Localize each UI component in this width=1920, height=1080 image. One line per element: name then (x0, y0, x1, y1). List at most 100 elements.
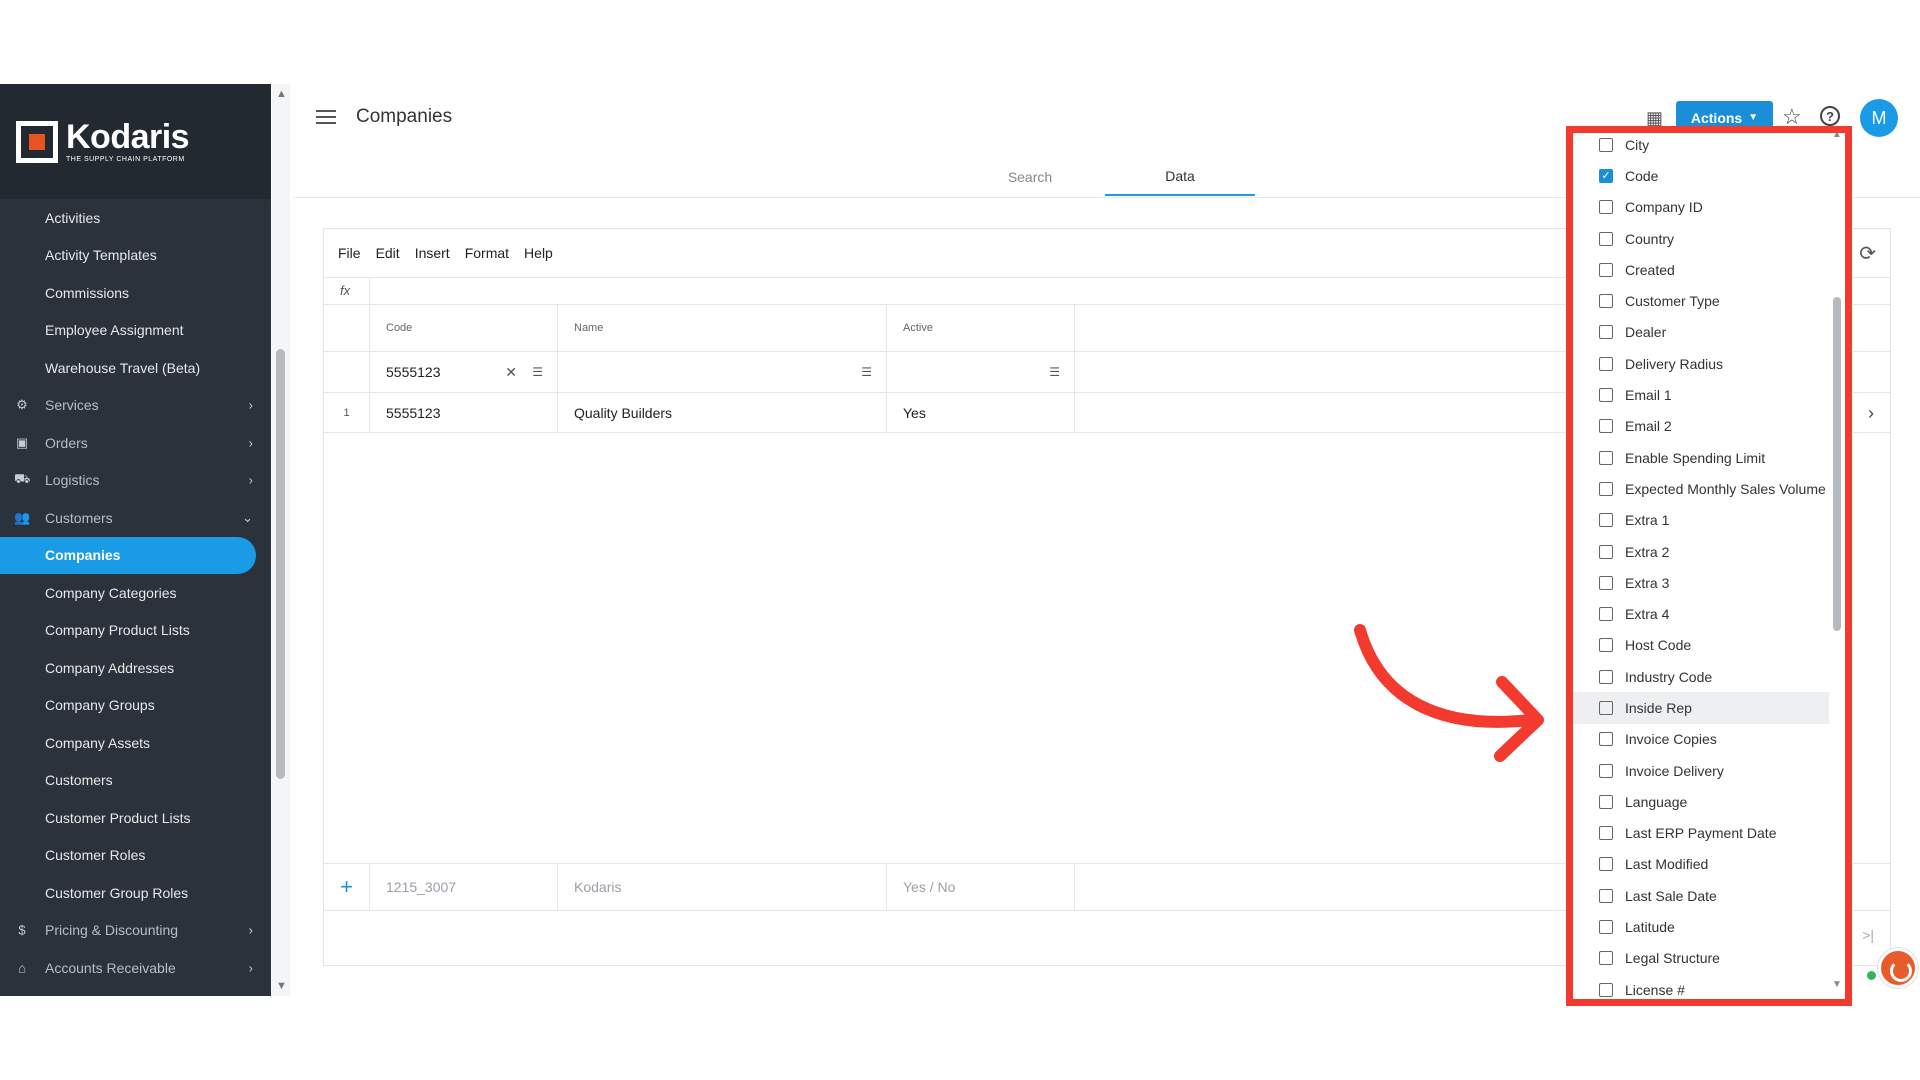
hamburger-menu-icon[interactable] (316, 110, 336, 124)
avatar[interactable]: M (1860, 99, 1898, 137)
checkbox-icon[interactable] (1599, 794, 1613, 809)
column-option[interactable]: Last Modified (1573, 849, 1829, 880)
checkbox-icon[interactable] (1599, 826, 1613, 841)
column-option[interactable]: Expected Monthly Sales Volume (1573, 473, 1829, 504)
column-option[interactable]: Host Code (1573, 630, 1829, 661)
checkbox-icon[interactable] (1599, 638, 1613, 653)
checkbox-icon[interactable] (1599, 450, 1613, 465)
column-option[interactable]: License # (1573, 974, 1829, 1000)
checkbox-icon[interactable] (1599, 544, 1613, 559)
sidebar-item-customers[interactable]: Customers (0, 762, 271, 800)
chat-icon[interactable] (1878, 948, 1918, 988)
tab-search[interactable]: Search (955, 158, 1105, 196)
store-icon[interactable]: ▦ (1646, 108, 1663, 129)
sidebar-item-company-categories[interactable]: Company Categories (0, 574, 271, 612)
column-option[interactable]: Extra 1 (1573, 505, 1829, 536)
menu-format[interactable]: Format (465, 245, 509, 261)
sidebar-item-pricing-discounting[interactable]: $ Pricing & Discounting › (0, 912, 271, 950)
checkbox-icon[interactable] (1599, 356, 1613, 371)
column-option[interactable]: Customer Type (1573, 285, 1829, 316)
column-option[interactable]: Extra 4 (1573, 598, 1829, 629)
refresh-icon[interactable]: ⟳ (1859, 241, 1876, 266)
column-option[interactable]: Country (1573, 223, 1829, 254)
scrollbar-thumb[interactable] (1833, 297, 1841, 631)
sidebar-item-activity-templates[interactable]: Activity Templates (0, 237, 271, 275)
column-option[interactable]: City (1573, 129, 1829, 160)
filter-icon[interactable]: ☰ (1049, 365, 1060, 379)
scrollbar-thumb[interactable] (276, 349, 285, 779)
sidebar-item-accounts-receivable[interactable]: ⌂ Accounts Receivable › (0, 949, 271, 987)
column-option[interactable]: Latitude (1573, 911, 1829, 942)
menu-edit[interactable]: Edit (376, 245, 400, 261)
column-option[interactable]: Enable Spending Limit (1573, 442, 1829, 473)
column-header-active[interactable]: Active (887, 305, 1075, 351)
sidebar-item-logistics[interactable]: ⛟ Logistics › (0, 462, 271, 500)
checkbox-icon[interactable] (1599, 481, 1613, 496)
checkbox-icon[interactable] (1599, 607, 1613, 622)
logo[interactable]: Kodaris THE SUPPLY CHAIN PLATFORM (0, 84, 271, 199)
column-option[interactable]: Dealer (1573, 317, 1829, 348)
column-option[interactable]: Invoice Delivery (1573, 755, 1829, 786)
checkbox-icon[interactable] (1599, 419, 1613, 434)
column-option[interactable]: Invoice Copies (1573, 724, 1829, 755)
clear-icon[interactable]: ✕ (505, 364, 517, 381)
column-option[interactable]: Language (1573, 786, 1829, 817)
help-icon[interactable]: ? (1820, 106, 1840, 126)
checkbox-icon[interactable] (1599, 700, 1613, 715)
new-row-code[interactable]: 1215_3007 (370, 864, 558, 910)
sidebar-item-company-assets[interactable]: Company Assets (0, 724, 271, 762)
last-page-icon[interactable]: >| (1862, 927, 1874, 943)
sidebar-item-accounts-payable[interactable]: ⌂Accounts Payable› (0, 987, 271, 997)
column-option[interactable]: Delivery Radius (1573, 348, 1829, 379)
sidebar-item-company-product-lists[interactable]: Company Product Lists (0, 612, 271, 650)
cell-name[interactable]: Quality Builders (558, 393, 887, 432)
checkbox-icon[interactable] (1599, 388, 1613, 403)
checkbox-icon[interactable] (1599, 513, 1613, 528)
column-option[interactable]: Inside Rep (1573, 692, 1829, 724)
column-option[interactable]: Last ERP Payment Date (1573, 818, 1829, 849)
filter-code[interactable]: 5555123 ✕ ☰ (370, 352, 558, 392)
scroll-up-icon[interactable]: ▲ (1832, 129, 1842, 140)
sidebar-scrollbar[interactable]: ▲ ▼ (272, 84, 290, 996)
column-option[interactable]: Legal Structure (1573, 943, 1829, 974)
sidebar-item-company-addresses[interactable]: Company Addresses (0, 649, 271, 687)
new-row-active[interactable]: Yes / No (887, 864, 1075, 910)
column-option[interactable]: Company ID (1573, 192, 1829, 223)
checkbox-icon[interactable] (1599, 200, 1613, 215)
scroll-down-icon[interactable]: ▼ (1832, 979, 1842, 990)
checkbox-icon[interactable] (1599, 763, 1613, 778)
checkbox-icon[interactable] (1599, 262, 1613, 277)
checkbox-icon[interactable] (1599, 951, 1613, 966)
checkbox-icon[interactable] (1599, 732, 1613, 747)
sidebar-item-orders[interactable]: ▣ Orders › (0, 424, 271, 462)
filter-icon[interactable]: ☰ (861, 365, 872, 379)
chevron-right-icon[interactable]: › (1868, 403, 1874, 424)
checkbox-icon[interactable] (1599, 325, 1613, 340)
checkbox-checked-icon[interactable]: ✓ (1599, 168, 1613, 183)
star-icon[interactable]: ☆ (1782, 104, 1802, 130)
checkbox-icon[interactable] (1599, 982, 1613, 997)
menu-insert[interactable]: Insert (415, 245, 450, 261)
scroll-up-icon[interactable]: ▲ (276, 88, 287, 100)
sidebar-item-companies[interactable]: Companies (0, 536, 256, 574)
menu-help[interactable]: Help (524, 245, 553, 261)
checkbox-icon[interactable] (1599, 857, 1613, 872)
column-option[interactable]: Industry Code (1573, 661, 1829, 692)
new-row-name[interactable]: Kodaris (558, 864, 887, 910)
sidebar-item-employee-assignment[interactable]: Employee Assignment (0, 312, 271, 350)
scroll-down-icon[interactable]: ▼ (276, 980, 287, 992)
tab-data[interactable]: Data (1105, 158, 1255, 196)
sidebar-item-commissions[interactable]: Commissions (0, 274, 271, 312)
column-option[interactable]: Created (1573, 254, 1829, 285)
sidebar-item-customers[interactable]: 👥 Customers ⌄ (0, 499, 271, 537)
filter-name[interactable]: ☰ (558, 352, 887, 392)
sidebar-item-services[interactable]: ⚙ Services › (0, 387, 271, 425)
checkbox-icon[interactable] (1599, 231, 1613, 246)
sidebar-item-activities[interactable]: Activities (0, 199, 271, 237)
filter-icon[interactable]: ☰ (532, 365, 543, 379)
column-option[interactable]: ✓ Code (1573, 160, 1829, 191)
checkbox-icon[interactable] (1599, 137, 1613, 152)
checkbox-icon[interactable] (1599, 575, 1613, 590)
cell-active[interactable]: Yes (887, 393, 1075, 432)
menu-file[interactable]: File (338, 245, 361, 261)
